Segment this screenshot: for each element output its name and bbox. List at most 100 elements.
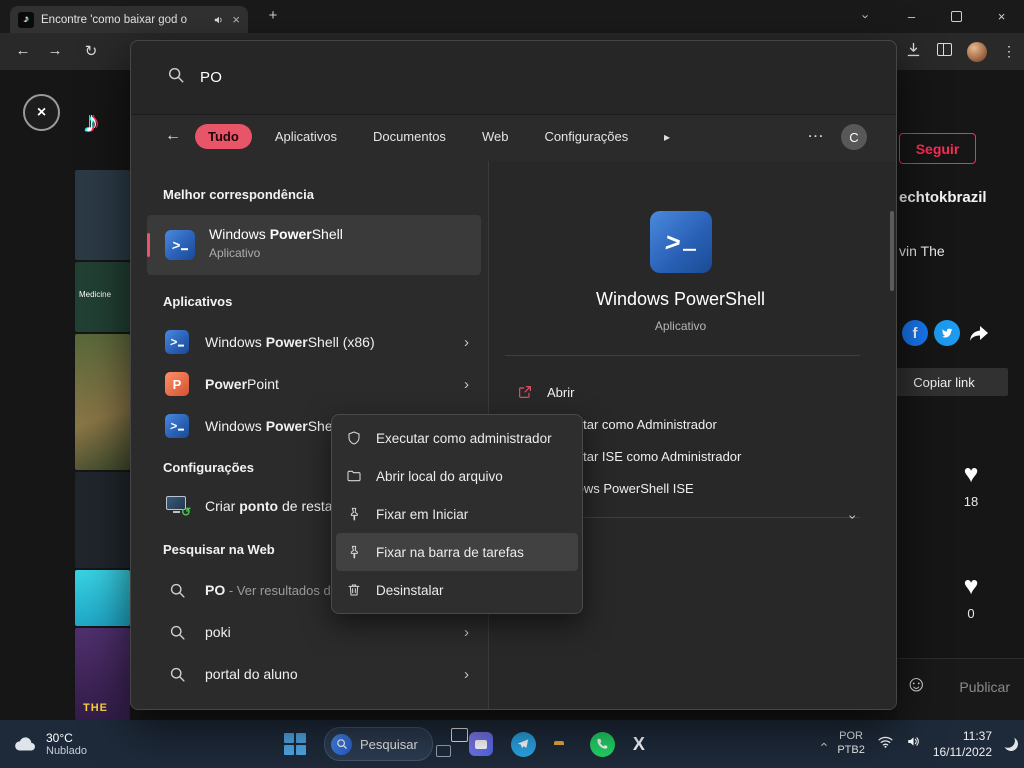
refresh-button[interactable]: ↻ [80,42,102,60]
video-thumbnail[interactable]: Medicine [75,262,130,332]
menu-item-open-file-location[interactable]: Abrir local do arquivo [336,457,578,495]
pin-icon [346,506,362,522]
context-menu: Executar como administrador Abrir local … [331,414,583,614]
result-item[interactable]: > Windows PowerShell (x86) › [147,322,481,362]
video-thumbnail[interactable] [75,170,130,260]
start-button[interactable] [284,733,306,755]
hidden-icons-button[interactable]: › [821,737,825,752]
powershell-icon-large: > [650,211,712,273]
video-thumbnail[interactable] [75,472,130,568]
search-query[interactable]: PO [200,69,222,86]
chevron-right-icon[interactable]: › [464,624,469,641]
minimize-button[interactable]: – [889,0,934,33]
filter-documentos[interactable]: Documentos [360,124,459,149]
split-screen-button[interactable] [937,43,952,61]
tab-list-chevron-icon[interactable]: › [844,0,889,33]
tiktok-favicon-icon: ♪ [18,12,34,28]
chevron-right-icon[interactable]: › [464,666,469,683]
account-avatar[interactable]: C [841,124,867,150]
video-caption: vin The [899,243,945,259]
heart-icon[interactable]: ♥ [946,462,996,487]
powershell-icon: > [165,230,195,260]
chat-button[interactable] [469,732,493,756]
menu-item-run-as-admin[interactable]: Executar como administrador [336,419,578,457]
chevron-down-icon[interactable]: › [851,509,856,525]
result-title: portal do aluno [205,666,298,682]
emoji-icon[interactable]: ☺ [905,673,927,695]
menu-item-pin-to-taskbar[interactable]: Fixar na barra de tarefas [336,533,578,571]
search-icon [165,624,189,641]
search-icon [165,582,189,599]
filter-configuracoes[interactable]: Configurações [531,124,641,149]
section-heading-best-match: Melhor correspondência [163,187,314,202]
close-video-button[interactable]: × [23,94,60,131]
follow-button[interactable]: Seguir [899,133,976,164]
preview-title: Windows PowerShell [489,289,872,310]
filter-web[interactable]: Web [469,124,522,149]
window-controls: › – × [844,0,1024,33]
x-app-button[interactable]: X [633,734,645,755]
chevron-right-icon[interactable]: › [464,376,469,393]
copy-link-button[interactable]: Copiar link [880,368,1008,396]
web-result-item[interactable]: portal do aluno › [147,654,481,694]
twitter-icon[interactable] [934,320,960,346]
tab-close-icon[interactable]: × [232,13,240,26]
chevron-right-icon[interactable]: › [464,334,469,351]
moon-icon[interactable] [1002,735,1020,753]
menu-item-pin-to-start[interactable]: Fixar em Iniciar [336,495,578,533]
profile-avatar[interactable] [967,42,987,62]
back-icon[interactable]: ← [165,127,181,145]
result-title: Windows PowerShell [209,226,343,242]
clock[interactable]: 11:37 16/11/2022 [933,728,992,760]
whatsapp-button[interactable] [590,732,615,757]
video-thumbnail[interactable] [75,334,130,470]
taskbar-search-button[interactable]: Pesquisar [324,727,433,761]
search-icon [167,66,185,89]
taskbar: 30°C Nublado Pesquisar X › POR PTB2 [0,720,1024,768]
like-block[interactable]: ♥ 0 [946,574,996,621]
new-tab-button[interactable]: + [262,7,284,24]
result-item[interactable]: P PowerPoint › [147,364,481,404]
result-title: PowerPoint [205,376,279,392]
menu-item-uninstall[interactable]: Desinstalar [336,571,578,609]
filter-aplicativos[interactable]: Aplicativos [262,124,350,149]
account-handle[interactable]: echtokbrazil [899,189,987,206]
like-block[interactable]: ♥ 18 [946,462,996,509]
facebook-icon[interactable]: f [902,320,928,346]
maximize-button[interactable] [934,0,979,33]
scrollbar[interactable] [890,211,894,291]
telegram-button[interactable] [511,732,536,757]
share-icon[interactable] [966,320,992,346]
best-match-item[interactable]: > Windows PowerShell Aplicativo [147,215,481,275]
browser-menu-button[interactable]: ⋮ [1002,43,1016,60]
whatsapp-icon [595,737,609,751]
video-thumbnail[interactable]: THE [75,628,130,720]
filter-tudo[interactable]: Tudo [195,124,252,149]
web-result-item[interactable]: poki › [147,612,481,652]
close-window-button[interactable]: × [979,0,1024,33]
weather-widget[interactable]: 30°C Nublado [12,720,87,768]
tab-audio-icon[interactable] [213,14,225,26]
action-open[interactable]: Abrir [505,377,860,407]
keyboard-layout: PTB2 [837,744,865,758]
search-box[interactable]: PO [131,41,896,115]
video-thumbnail[interactable] [75,570,130,626]
forward-button[interactable]: → [44,42,66,59]
wifi-icon[interactable] [877,733,894,755]
section-heading-web: Pesquisar na Web [163,542,275,557]
back-button[interactable]: ← [12,42,34,59]
filters-more-icon[interactable]: ▸ [664,130,670,144]
language-indicator[interactable]: POR PTB2 [837,730,865,758]
volume-icon[interactable] [906,734,921,754]
clock-date: 16/11/2022 [933,744,992,760]
downloads-button[interactable] [905,41,922,63]
browser-tab[interactable]: ♪ Encontre 'como baixar god o × [10,6,248,33]
trash-icon [346,582,362,598]
powerpoint-icon: P [165,372,189,396]
publish-button[interactable]: Publicar [959,679,1010,695]
menu-item-label: Abrir local do arquivo [376,469,503,484]
heart-icon[interactable]: ♥ [946,574,996,599]
section-heading-apps: Aplicativos [163,294,232,309]
search-options-icon[interactable]: … [807,122,825,142]
tab-title: Encontre 'como baixar god o [41,14,206,26]
